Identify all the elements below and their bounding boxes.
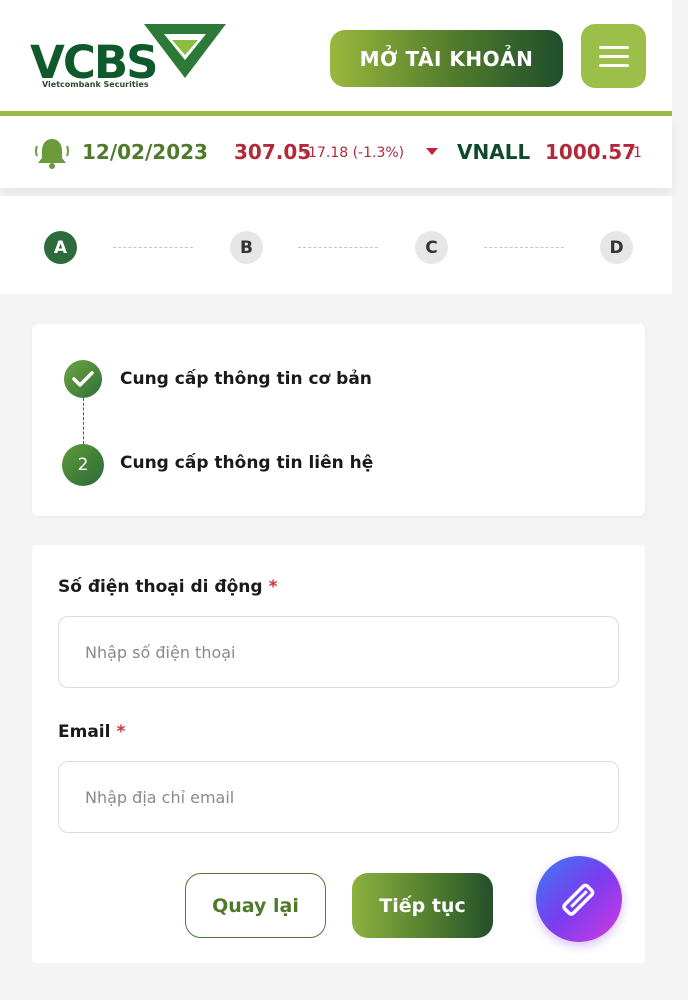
ticker-index-name: VNALL [457, 140, 531, 164]
ticker-index-change: -1 [628, 145, 642, 161]
substep-progress-card: Cung cấp thông tin cơ bản 2 Cung cấp thô… [32, 324, 645, 516]
step-connector [484, 247, 564, 248]
continue-button[interactable]: Tiếp tục [352, 873, 493, 938]
ticker-index-change: -17.18 (-1.3%) [303, 145, 405, 161]
phone-input[interactable] [58, 616, 619, 688]
step-a: A [44, 231, 77, 264]
ticker-date: 12/02/2023 [82, 140, 208, 164]
step-connector [113, 247, 193, 248]
step-c: C [415, 231, 448, 264]
email-label: Email * [58, 722, 125, 742]
vcbs-logo[interactable]: VCBS Vietcombank Securities [30, 22, 226, 92]
phone-label-text: Số điện thoại di động [58, 577, 263, 597]
menu-bar [598, 45, 629, 49]
menu-bar [598, 54, 629, 58]
app-header: VCBS Vietcombank Securities MỞ TÀI KHOẢN [0, 0, 672, 112]
pen-glyph [562, 883, 595, 916]
check-icon [64, 360, 102, 398]
step-connector [298, 247, 378, 248]
step-indicator: A B C D [0, 196, 672, 294]
required-mark: * [268, 577, 278, 597]
logo-tagline: Vietcombank Securities [42, 80, 149, 89]
email-label-text: Email [58, 722, 111, 742]
email-input[interactable] [58, 761, 619, 833]
market-ticker: 12/02/2023 307.05 -17.18 (-1.3%) VNALL 1… [0, 116, 672, 188]
substep-2-badge: 2 [62, 444, 104, 486]
triangle-down-icon [426, 148, 438, 155]
logo-wordmark: VCBS [30, 36, 159, 89]
open-account-button[interactable]: MỞ TÀI KHOẢN [330, 30, 563, 87]
edit-pen-icon[interactable] [536, 856, 622, 942]
substep-2-label: Cung cấp thông tin liên hệ [120, 453, 374, 473]
substep-connector [83, 398, 84, 444]
hamburger-menu-icon[interactable] [581, 24, 646, 88]
step-b: B [230, 231, 263, 264]
check-glyph [72, 371, 94, 387]
required-mark: * [116, 722, 126, 742]
step-d: D [600, 231, 633, 264]
substep-1-label: Cung cấp thông tin cơ bản [120, 369, 372, 389]
bell-icon [35, 139, 69, 169]
phone-label: Số điện thoại di động * [58, 577, 277, 597]
ticker-index-value: 307.05 [234, 140, 312, 164]
menu-bar [598, 63, 629, 67]
back-button[interactable]: Quay lại [185, 873, 326, 938]
ticker-index-value: 1000.57 [545, 140, 637, 164]
